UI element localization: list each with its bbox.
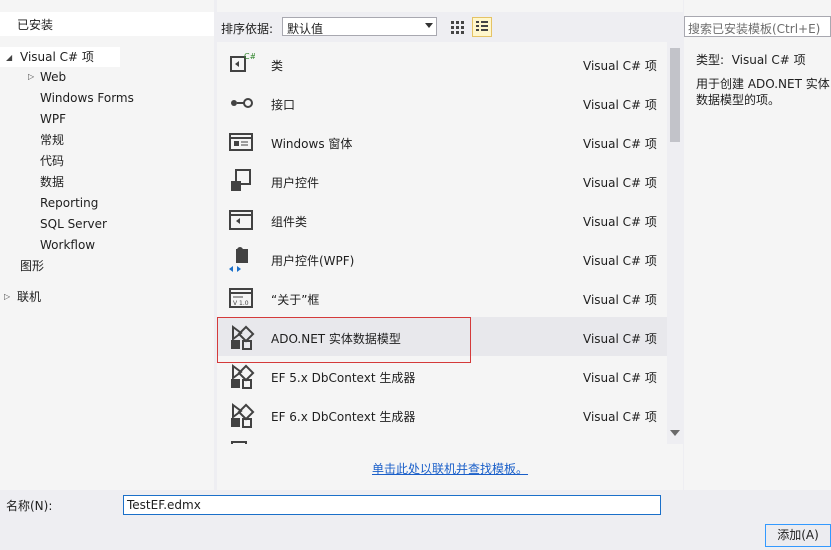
sort-toolbar: 排序依据: 默认值 (217, 12, 683, 42)
template-type: Visual C# 项 (583, 137, 657, 151)
windows-form-icon (227, 128, 255, 156)
tree-node[interactable]: Visual C# 项 (0, 47, 120, 67)
name-field[interactable]: TestEF.edmx (123, 495, 661, 515)
svg-text:V 1.0: V 1.0 (233, 300, 249, 307)
template-list-scrollbar[interactable] (667, 42, 683, 444)
template-name: 用户控件(WPF) (271, 254, 355, 268)
selection-highlight (217, 317, 471, 363)
ef-generator-icon (227, 362, 255, 390)
tree-node-label: Web (40, 70, 67, 84)
tree-node-label: 数据 (40, 175, 65, 189)
tree-node[interactable]: 代码 (40, 151, 64, 171)
user-control-icon (227, 167, 255, 195)
template-type: Visual C# 项 (583, 59, 657, 73)
class-icon: C# (227, 50, 257, 78)
tree-node[interactable]: Reporting (40, 193, 98, 213)
sort-label: 排序依据: (221, 22, 274, 36)
tree-node-label: 图形 (20, 259, 45, 273)
template-row[interactable]: C# 类 Visual C# 项 (217, 44, 667, 83)
template-row[interactable]: 用户控件(WPF) Visual C# 项 (217, 239, 667, 278)
tree-node-online[interactable]: 联机 (17, 287, 41, 307)
tree-node-label: Visual C# 项 (20, 50, 94, 64)
template-type: Visual C# 项 (583, 410, 657, 424)
template-list: C#类Visual C# 项接口Visual C# 项Windows 窗体Vis… (217, 42, 667, 444)
tree-node[interactable]: 数据 (40, 172, 64, 192)
tree-node-label: Reporting (40, 196, 99, 210)
template-type: Visual C# 项 (583, 332, 657, 346)
tree-node-label: 代码 (40, 154, 65, 168)
grid-view-icon (451, 21, 464, 34)
list-view-button[interactable] (472, 17, 492, 37)
tree-node[interactable]: WPF (40, 109, 66, 129)
add-button[interactable]: 添加(A) (765, 524, 831, 547)
expand-icon[interactable]: ▷ (28, 72, 34, 81)
collapse-icon[interactable]: ◢ (6, 53, 12, 62)
template-name: Windows 窗体 (271, 137, 353, 151)
name-label: 名称(N): (6, 499, 53, 513)
tree-node-label: SQL Server (40, 217, 107, 231)
interface-icon (227, 89, 255, 117)
svg-text:C#: C# (244, 52, 255, 61)
template-row-partial[interactable] (217, 434, 667, 444)
search-placeholder: 搜索已安装模板(Ctrl+E) (688, 22, 821, 36)
tree-node-label: 联机 (17, 290, 42, 304)
name-field-value: TestEF.edmx (127, 498, 201, 512)
template-row[interactable]: Windows 窗体 Visual C# 项 (217, 122, 667, 161)
type-value: Visual C# 项 (731, 53, 806, 67)
wpf-user-control-icon (227, 245, 255, 273)
chevron-down-icon (425, 23, 433, 28)
template-name: 用户控件 (271, 176, 320, 190)
template-row[interactable]: 接口 Visual C# 项 (217, 83, 667, 122)
template-type: Visual C# 项 (583, 293, 657, 307)
tree-node[interactable]: SQL Server (40, 214, 107, 234)
tree-node[interactable]: 常规 (40, 130, 64, 150)
tree-node-label: 常规 (40, 133, 65, 147)
tree-node-label: WPF (40, 112, 67, 126)
file-icon (227, 440, 255, 444)
template-description: 用于创建 ADO.NET 实体数据模型的项。 (696, 77, 830, 107)
template-name: EF 5.x DbContext 生成器 (271, 371, 416, 385)
list-view-icon (476, 21, 488, 31)
small-icons-view-button[interactable] (447, 17, 467, 37)
template-type: Visual C# 项 (583, 254, 657, 268)
template-search-input[interactable]: 搜索已安装模板(Ctrl+E) (684, 16, 831, 37)
sort-select[interactable]: 默认值 (282, 17, 437, 36)
tree-node[interactable]: Web (40, 67, 66, 87)
template-row[interactable]: EF 6.x DbContext 生成器 Visual C# 项 (217, 395, 667, 434)
tree-node-label: Windows Forms (40, 91, 134, 105)
scrollbar-thumb[interactable] (670, 48, 680, 142)
about-box-icon: V 1.0 (227, 284, 255, 312)
tree-node[interactable]: Workflow (40, 235, 95, 255)
template-row[interactable]: V 1.0 “关于”框 Visual C# 项 (217, 278, 667, 317)
expand-icon[interactable]: ▷ (4, 292, 10, 301)
online-templates-link[interactable]: 单击此处以联机并查找模板。 (372, 460, 528, 477)
template-type: Visual C# 项 (583, 176, 657, 190)
installed-header[interactable]: 已安装 (0, 12, 214, 36)
details-panel (684, 0, 831, 490)
template-row[interactable]: 用户控件 Visual C# 项 (217, 161, 667, 200)
type-label: 类型: (696, 53, 725, 67)
tree-node[interactable]: Windows Forms (40, 88, 134, 108)
template-name: “关于”框 (271, 293, 320, 307)
template-type: Visual C# 项 (583, 98, 657, 112)
template-type: Visual C# 项 (583, 215, 657, 229)
tree-node[interactable]: 图形 (20, 256, 44, 276)
component-class-icon (227, 206, 255, 234)
template-name: 组件类 (271, 215, 308, 229)
template-name: EF 6.x DbContext 生成器 (271, 410, 416, 424)
sort-select-value: 默认值 (287, 22, 324, 36)
scroll-down-icon[interactable] (670, 430, 680, 436)
tree-node-label: Workflow (40, 238, 96, 252)
template-row[interactable]: 组件类 Visual C# 项 (217, 200, 667, 239)
type-info: 类型: Visual C# 项 (696, 51, 806, 68)
ef-generator-icon (227, 401, 255, 429)
template-type: Visual C# 项 (583, 371, 657, 385)
installed-header-label: 已安装 (17, 18, 54, 32)
template-name: 类 (271, 59, 284, 73)
template-name: 接口 (271, 98, 296, 112)
